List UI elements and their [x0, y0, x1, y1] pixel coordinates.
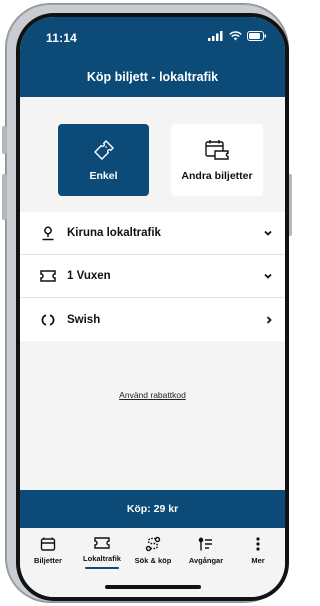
route-icon [145, 536, 161, 552]
status-icons [208, 31, 267, 41]
tab-avgangar[interactable]: Avgångar [182, 536, 230, 565]
status-bar: 11:14 [20, 17, 285, 57]
chevron-right-icon [266, 315, 272, 324]
ticket-option-label: Andra biljetter [181, 170, 253, 182]
location-pin-icon [38, 225, 58, 241]
bottom-tab-bar: Biljetter Lokaltrafik Sök & köp Avgångar… [20, 528, 285, 597]
swish-icon [38, 312, 58, 328]
zone-selector[interactable]: Kiruna lokaltrafik [20, 212, 285, 255]
ticket-type-options: Enkel Andra biljetter [20, 97, 285, 212]
payment-method-selector[interactable]: Swish [20, 298, 285, 341]
ticket-option-label: Enkel [89, 170, 118, 182]
main-content: Enkel Andra biljetter Kiruna lokaltrafik… [20, 97, 285, 490]
traveller-selector[interactable]: 1 Vuxen [20, 255, 285, 298]
signal-icon [208, 31, 223, 41]
tab-label: Biljetter [34, 556, 62, 565]
phone-side-button [2, 126, 7, 154]
ticket-option-andra-biljetter[interactable]: Andra biljetter [171, 124, 263, 196]
traveller-label: 1 Vuxen [67, 270, 111, 282]
app-screen: 11:14 Köp biljett - lokaltrafik Enkel An… [20, 17, 285, 597]
active-tab-indicator [85, 567, 119, 569]
ticket-icon [94, 537, 110, 549]
tickets-icon [40, 537, 56, 551]
calendar-ticket-icon [205, 140, 229, 160]
tab-label: Sök & köp [134, 556, 172, 565]
buy-button[interactable]: Köp: 29 kr [20, 490, 285, 528]
ticket-icon [93, 140, 114, 160]
tab-label: Mer [251, 556, 265, 565]
battery-icon [247, 31, 267, 41]
zone-label: Kiruna lokaltrafik [67, 227, 161, 239]
phone-frame: 11:14 Köp biljett - lokaltrafik Enkel An… [2, 4, 292, 602]
home-indicator[interactable] [104, 585, 201, 589]
phone-side-button [287, 174, 292, 236]
tab-biljetter[interactable]: Biljetter [24, 536, 72, 565]
tab-sok-och-kop[interactable]: Sök & köp [129, 536, 177, 565]
chevron-down-icon [264, 230, 272, 236]
tab-label: Avgångar [188, 556, 224, 565]
status-time: 11:14 [46, 31, 78, 45]
departures-icon [198, 537, 212, 551]
ticket-icon [38, 268, 58, 284]
payment-method-label: Swish [67, 313, 101, 326]
tab-lokaltrafik[interactable]: Lokaltrafik [78, 536, 126, 569]
ticket-option-enkel[interactable]: Enkel [58, 124, 149, 196]
more-icon [256, 537, 260, 551]
chevron-down-icon [264, 273, 272, 279]
phone-side-button [2, 174, 7, 220]
ticket-settings-list: Kiruna lokaltrafik 1 Vuxen Swish [20, 212, 285, 341]
wifi-icon [229, 31, 242, 41]
page-title: Köp biljett - lokaltrafik [20, 57, 285, 97]
tab-label: Lokaltrafik [83, 554, 121, 563]
discount-code-link[interactable]: Använd rabattkod [20, 390, 285, 400]
tab-mer[interactable]: Mer [234, 536, 282, 565]
